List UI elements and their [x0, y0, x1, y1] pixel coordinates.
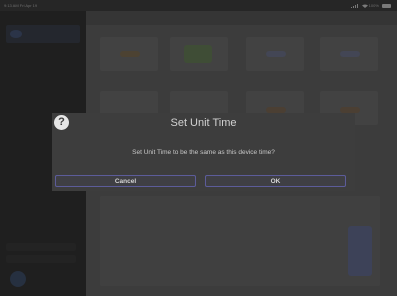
status-bar: 9:13 AM Fri Apr 19 100%: [0, 0, 397, 11]
cancel-button[interactable]: Cancel: [55, 175, 196, 187]
wifi-icon: [361, 4, 368, 8]
main-header: [86, 11, 397, 25]
dialog-title: Set Unit Time: [170, 117, 237, 129]
side-widget[interactable]: [348, 226, 372, 276]
logo-mark-icon: [10, 30, 22, 38]
sidebar-logo: [6, 25, 80, 43]
device-card[interactable]: [320, 37, 378, 71]
card-icon: [266, 51, 286, 57]
card-icon: [120, 51, 140, 57]
signal-icon: [351, 3, 359, 8]
device-card[interactable]: [170, 37, 228, 71]
battery-icon: [382, 3, 391, 8]
dialog-message: Set Unit Time to be the same as this dev…: [132, 149, 275, 156]
ok-button[interactable]: OK: [205, 175, 346, 187]
sidebar-item[interactable]: [6, 243, 76, 251]
sidebar-item[interactable]: [6, 255, 76, 263]
sidebar-bottom-icon[interactable]: [10, 271, 26, 287]
device-card[interactable]: [246, 37, 304, 71]
status-time: 9:13 AM Fri Apr 19: [4, 3, 38, 8]
status-indicators: 100%: [349, 3, 391, 8]
card-icon: [340, 51, 360, 57]
set-unit-time-dialog: ? Set Unit Time Set Unit Time to be the …: [52, 113, 355, 191]
card-icon: [184, 45, 212, 63]
lower-panel: [100, 196, 380, 286]
device-card[interactable]: [100, 37, 158, 71]
battery-percent: 100%: [368, 3, 379, 8]
